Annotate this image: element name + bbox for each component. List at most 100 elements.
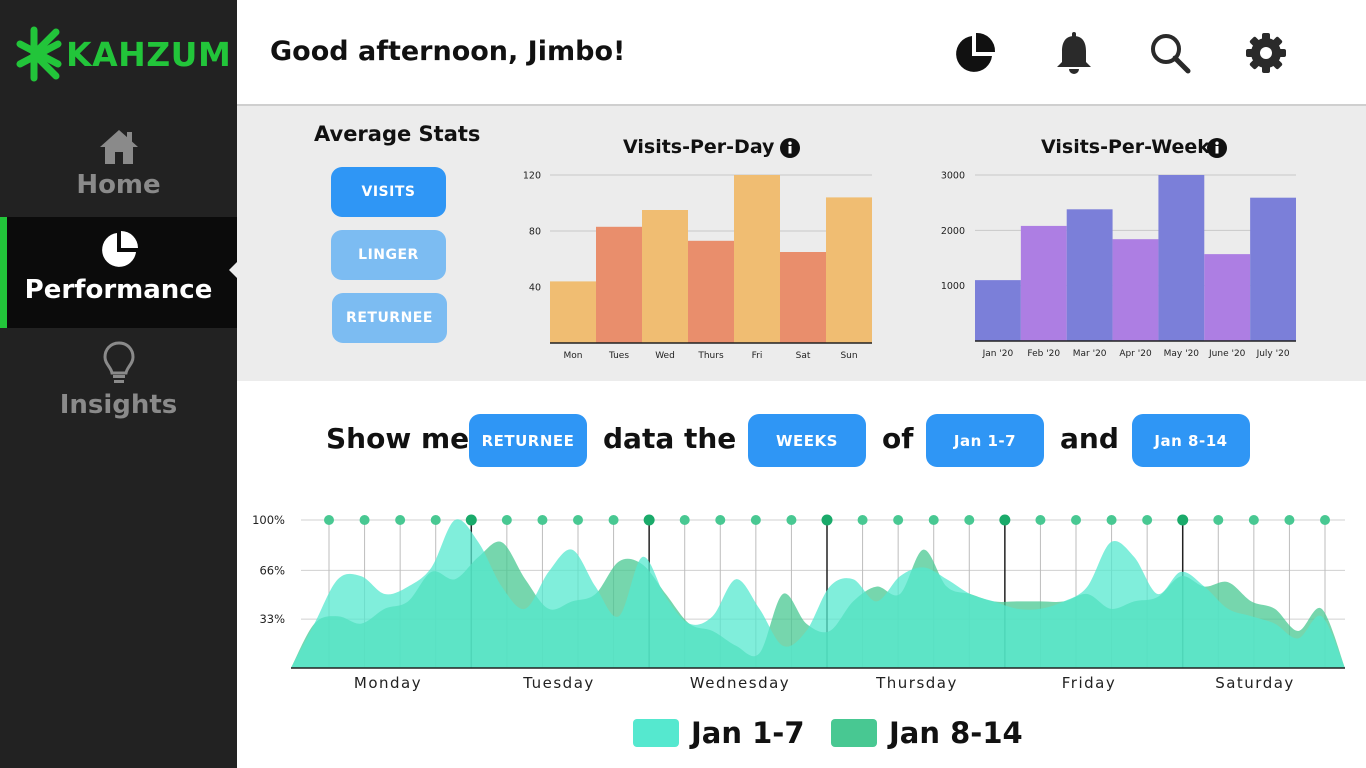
greeting-title: Good afternoon, Jimbo! [270, 36, 626, 67]
y-tick-label: 2000 [941, 226, 965, 237]
sidebar-item-label: Home [76, 170, 161, 200]
x-tick-label: Fri [752, 351, 763, 361]
x-tick-label: Jan '20 [982, 349, 1014, 359]
legend-item-jan-1-7: Jan 1-7 [633, 716, 805, 750]
bar [1112, 239, 1159, 341]
x-tick-label: Mon [564, 351, 583, 361]
bell-icon[interactable] [1052, 31, 1096, 75]
data-dot [821, 514, 833, 526]
y-tick-label: 80 [529, 227, 541, 238]
query-prefix: Show me [326, 422, 470, 455]
sidebar: KAHZUM Home Performance Insights [0, 0, 238, 768]
legend-label: Jan 1-7 [691, 716, 805, 750]
bar [826, 197, 872, 343]
legend-swatch [633, 719, 679, 747]
range-a-selector[interactable]: Jan 1-7 [926, 414, 1044, 467]
app-name: KAHZUM [66, 34, 232, 74]
data-dot [786, 515, 797, 525]
data-dot [715, 515, 726, 525]
logo[interactable]: KAHZUM [16, 26, 231, 82]
sidebar-item-performance[interactable]: Performance [0, 217, 238, 328]
x-tick-label: Friday [1062, 674, 1116, 692]
gear-icon[interactable] [1244, 31, 1288, 75]
info-icon[interactable] [780, 138, 800, 158]
data-dot [1071, 515, 1081, 525]
bar [1250, 197, 1296, 341]
legend-swatch [831, 719, 877, 747]
info-icon[interactable] [1207, 138, 1227, 158]
data-dot [928, 515, 939, 525]
x-tick-label: Apr '20 [1119, 349, 1152, 359]
x-tick-label: Thurs [697, 351, 724, 361]
range-b-selector[interactable]: Jan 8-14 [1132, 414, 1250, 467]
data-dot [324, 515, 334, 525]
x-tick-label: Feb '20 [1027, 349, 1060, 359]
x-tick-label: July '20 [1256, 349, 1290, 359]
data-dot [573, 515, 583, 525]
returnee-area-chart: 33% 66% 100% Monday Tuesday Wednesday Thursday… [252, 513, 1345, 692]
y-tick-label: 66% [259, 563, 285, 577]
data-dot [395, 515, 406, 525]
x-tick-label: Tues [608, 351, 629, 361]
bar [1020, 225, 1067, 341]
data-dot [999, 514, 1011, 526]
period-selector[interactable]: WEEKS [748, 414, 866, 467]
bar [1066, 209, 1113, 341]
data-dot [964, 515, 975, 525]
sidebar-item-insights[interactable]: Insights [0, 340, 237, 420]
visits-per-day-title: Visits-Per-Day [623, 136, 775, 158]
legend-label: Jan 8-14 [889, 716, 1023, 750]
data-dot [893, 515, 904, 525]
data-dot [750, 515, 761, 525]
query-of: of [882, 422, 914, 455]
data-dot [1106, 515, 1117, 525]
y-tick-label: 40 [529, 283, 541, 294]
data-dot [1213, 515, 1224, 525]
bar [1204, 254, 1251, 341]
metric-selector[interactable]: RETURNEE [469, 414, 587, 467]
sidebar-item-home[interactable]: Home [0, 128, 237, 200]
returnee-button[interactable]: RETURNEE [332, 293, 447, 343]
y-tick-label: 3000 [941, 171, 965, 182]
data-dot [1320, 515, 1330, 525]
pie-chart-icon [101, 231, 138, 267]
data-dot [1248, 515, 1259, 525]
linger-button[interactable]: LINGER [331, 230, 446, 280]
query-middle: data the [603, 422, 737, 455]
data-dot [608, 515, 619, 525]
visits-button[interactable]: VISITS [331, 167, 446, 217]
bar [550, 281, 596, 343]
x-tick-label: Tuesday [522, 674, 595, 692]
data-dot [359, 515, 370, 525]
active-indicator [0, 217, 7, 328]
query-and: and [1060, 422, 1119, 455]
bar [780, 252, 826, 343]
data-dot [465, 514, 477, 526]
data-dot [1142, 515, 1153, 525]
bar [734, 175, 780, 343]
data-dot [1284, 515, 1295, 525]
legend-item-jan-8-14: Jan 8-14 [831, 716, 1023, 750]
sidebar-item-label: Insights [59, 390, 178, 420]
x-tick-label: Sat [796, 351, 811, 361]
data-dot [1035, 515, 1046, 525]
x-tick-label: May '20 [1164, 349, 1200, 359]
bar [975, 280, 1021, 341]
y-tick-label: 120 [523, 171, 541, 182]
search-icon[interactable] [1148, 31, 1192, 75]
sidebar-item-label: Performance [24, 275, 213, 305]
average-stats-title: Average Stats [314, 122, 481, 146]
visits-per-week-chart: 1000 2000 3000 Jan '20 Feb '20 Mar '20 Apr '20… [941, 171, 1296, 359]
x-tick-label: Wednesday [690, 674, 790, 692]
pie-chart-icon[interactable] [953, 31, 997, 75]
data-dot [857, 515, 868, 525]
y-tick-label: 1000 [941, 281, 965, 292]
area-series-jan-1-7 [291, 519, 1345, 668]
data-dot [643, 514, 655, 526]
x-tick-label: Sun [840, 351, 857, 361]
y-tick-label: 33% [259, 612, 285, 626]
bar [688, 240, 734, 343]
lightbulb-icon [102, 341, 135, 383]
data-dot [679, 515, 690, 525]
data-dot [430, 515, 441, 525]
